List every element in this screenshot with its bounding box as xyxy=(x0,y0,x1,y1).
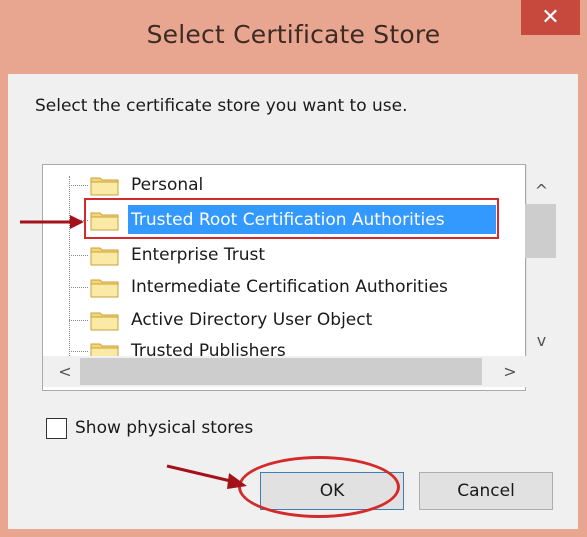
vertical-scroll-thumb[interactable] xyxy=(525,204,556,258)
tree-item-label: Personal xyxy=(131,175,204,195)
red-arrow-icon xyxy=(166,464,247,489)
tree-item-trusted-publishers[interactable]: Trusted Publishers xyxy=(69,336,509,356)
scroll-up-icon[interactable]: ^ xyxy=(526,176,557,204)
tree-item-label: Active Directory User Object xyxy=(131,310,373,330)
folder-icon xyxy=(90,247,119,266)
tree-item-enterprise-trust[interactable]: Enterprise Trust xyxy=(69,240,509,272)
scroll-down-icon[interactable]: v xyxy=(526,326,557,354)
show-physical-stores-checkbox[interactable] xyxy=(46,418,67,439)
folder-icon xyxy=(90,279,119,298)
tree-item-label: Trusted Publishers xyxy=(131,341,286,356)
close-button[interactable]: ✕ xyxy=(521,0,580,35)
annotation-highlight-box xyxy=(84,198,499,239)
tree-item-label: Enterprise Trust xyxy=(131,245,266,265)
instruction-text: Select the certificate store you want to… xyxy=(35,96,408,116)
annotation-circle xyxy=(238,456,400,518)
scroll-left-icon[interactable]: < xyxy=(50,356,80,387)
folder-icon xyxy=(90,343,119,356)
red-arrow-icon xyxy=(20,215,84,229)
tree-item-label: Intermediate Certification Authorities xyxy=(131,277,448,297)
horizontal-scroll-thumb[interactable] xyxy=(80,358,482,385)
cancel-button[interactable]: Cancel xyxy=(419,472,553,510)
folder-icon xyxy=(90,312,119,331)
folder-icon xyxy=(90,177,119,196)
tree-item-intermediate[interactable]: Intermediate Certification Authorities xyxy=(69,272,509,304)
show-physical-stores-label[interactable]: Show physical stores xyxy=(75,418,253,438)
tree-item-active-directory[interactable]: Active Directory User Object xyxy=(69,305,509,337)
close-icon: ✕ xyxy=(541,5,560,30)
title-bar[interactable]: Select Certificate Store ✕ xyxy=(0,0,587,74)
window-title: Select Certificate Store xyxy=(146,20,441,49)
scroll-right-icon[interactable]: > xyxy=(495,356,525,387)
